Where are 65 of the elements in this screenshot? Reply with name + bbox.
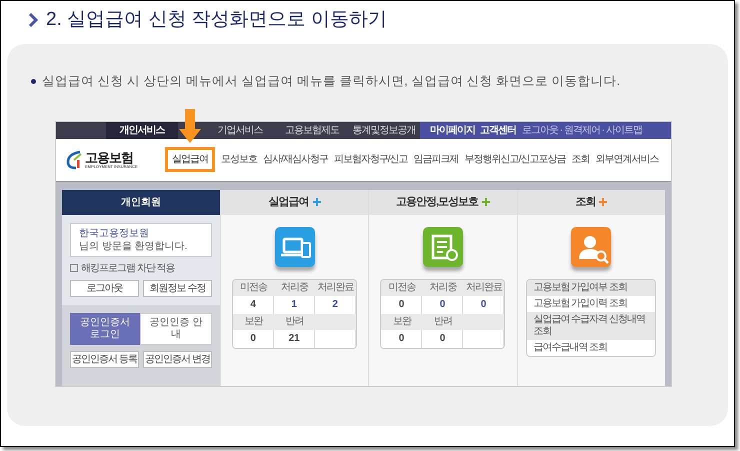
service-icon-tile[interactable]: [422, 226, 463, 267]
panel-button[interactable]: 공인인증서 등록: [70, 350, 139, 368]
logo-text: 고용보험: [85, 150, 134, 164]
section-heading: 2. 실업급여 신청 작성화면으로 이동하기: [46, 8, 387, 32]
certificate-tab[interactable]: 공인인증 안내: [140, 312, 212, 345]
table-cell[interactable]: 21: [274, 330, 316, 348]
bullet-icon: [31, 78, 36, 84]
table-header: 미전송: [233, 280, 274, 296]
pointer-arrow-icon: [179, 109, 201, 144]
table-header: 반려: [274, 314, 316, 330]
table-cell[interactable]: 0: [422, 296, 464, 314]
table-cell[interactable]: 4: [233, 296, 274, 314]
menu-link[interactable]: 피보험자청구/신고: [334, 152, 408, 168]
table-cell[interactable]: 0: [463, 296, 504, 314]
top-menu-tab[interactable]: 기업서비스: [204, 122, 276, 139]
menu-link[interactable]: 심사/재심사청구: [263, 152, 328, 168]
utility-links[interactable]: 로그아웃 · 원격제어 · 사이트맵: [522, 122, 642, 138]
table-cell[interactable]: 0: [381, 296, 422, 314]
top-menu-tab[interactable]: 개인서비스: [106, 122, 178, 139]
menu-link[interactable]: 모성보호: [221, 152, 257, 168]
table-cell[interactable]: 0: [422, 330, 464, 348]
panel-button[interactable]: 회원정보 수정: [143, 280, 212, 297]
table-header: 보완: [233, 314, 274, 330]
table-cell[interactable]: 2: [315, 296, 356, 314]
menu-link[interactable]: 외부연계서비스: [595, 152, 658, 168]
service-title[interactable]: 조회: [575, 194, 596, 210]
welcome-text: 님의 방문을 환영합니다.: [79, 240, 188, 253]
plus-icon[interactable]: [482, 198, 490, 206]
service-title[interactable]: 실업급여: [268, 194, 309, 210]
menu-link[interactable]: 실업급여: [165, 147, 215, 172]
utility-link[interactable]: 마이페이지: [430, 122, 475, 138]
lookup-link[interactable]: 급여수급내역 조회: [527, 340, 656, 356]
plus-icon[interactable]: [599, 198, 608, 206]
panel-button[interactable]: 공인인증서 변경: [143, 350, 212, 368]
table-header: 처리완료: [463, 280, 504, 296]
table-header: 처리중: [422, 280, 464, 296]
panel-title: 개인회원: [121, 196, 161, 210]
lookup-link[interactable]: 고용보험 가입여부 조회: [527, 280, 656, 296]
utility-link[interactable]: 고객센터: [480, 122, 516, 138]
table-header: 보완: [381, 314, 422, 330]
certificate-tab[interactable]: 공인인증서 로그인: [70, 312, 140, 345]
lookup-link[interactable]: 실업급여 수급자격 신청내역 조회: [527, 312, 656, 340]
logo-mark-icon: [66, 150, 82, 170]
instruction-text: 실업급여 신청 시 상단의 메뉴에서 실업급여 메뉴를 클릭하시면, 실업급여 신청 화면으로 이동합니다.: [42, 73, 620, 90]
plus-icon[interactable]: [312, 198, 321, 206]
lookup-link[interactable]: 고용보험 가입이력 조회: [527, 296, 656, 312]
table-header: 반려: [422, 314, 464, 330]
menu-link[interactable]: 부정행위신고/신고포상금: [464, 152, 566, 168]
menu-link[interactable]: 조회: [571, 152, 590, 168]
table-cell[interactable]: 0: [233, 330, 274, 348]
checkbox-label: 해킹프로그램 차단 적용: [81, 262, 175, 276]
top-menu-tab[interactable]: 고용보험제도: [276, 122, 348, 139]
top-menu-tab[interactable]: 통계및정보공개: [348, 122, 420, 139]
checkbox[interactable]: [70, 264, 78, 272]
table-cell[interactable]: 1: [274, 296, 316, 314]
chevron-icon: [29, 13, 38, 27]
panel-button[interactable]: 로그아웃: [70, 280, 139, 297]
service-icon-tile[interactable]: [274, 226, 315, 267]
menu-link[interactable]: 임금피크제: [414, 152, 459, 168]
member-name: 한국고용정보원: [79, 226, 150, 240]
table-header: 처리중: [274, 280, 316, 296]
table-header: 미전송: [381, 280, 422, 296]
table-header: 처리완료: [315, 280, 356, 296]
service-icon-tile[interactable]: [571, 226, 612, 267]
table-cell[interactable]: 0: [381, 330, 422, 348]
